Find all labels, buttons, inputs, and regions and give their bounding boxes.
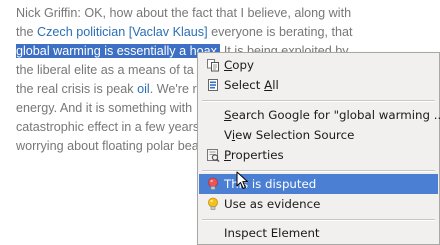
menu-item-search-google[interactable]: Search Google for "global warming ...": [199, 105, 440, 125]
context-menu: Copy Select All Search Google for "globa…: [197, 52, 440, 245]
link-czech-politician[interactable]: Czech politician [Vaclav Klaus]: [37, 25, 208, 39]
menu-item-this-is-disputed[interactable]: This is disputed: [199, 174, 438, 194]
article-line: the Czech politician [Vaclav Klaus] ever…: [16, 25, 353, 39]
menu-separator: [202, 100, 435, 102]
link-oil[interactable]: oil: [137, 82, 150, 96]
yellow-lightbulb-icon: [206, 197, 220, 211]
menu-item-copy[interactable]: Copy: [199, 55, 438, 75]
menu-item-select-all[interactable]: Select All: [199, 75, 438, 95]
selected-text[interactable]: global warming is essentially a hoax.: [16, 44, 221, 58]
article-line: Nick Griffin: OK, how about the fact tha…: [16, 6, 352, 20]
menu-item-properties[interactable]: Properties: [199, 145, 438, 165]
menu-item-use-as-evidence[interactable]: Use as evidence: [199, 194, 438, 214]
menu-item-inspect-element[interactable]: Inspect Element: [199, 223, 438, 243]
mouse-pointer-icon: [236, 171, 250, 191]
red-lightbulb-icon: [206, 177, 220, 191]
properties-icon: [206, 148, 220, 163]
copy-icon: [206, 58, 220, 72]
menu-item-view-selection-source[interactable]: View Selection Source: [199, 125, 438, 145]
select-all-icon: [206, 78, 220, 92]
menu-separator: [202, 219, 435, 221]
